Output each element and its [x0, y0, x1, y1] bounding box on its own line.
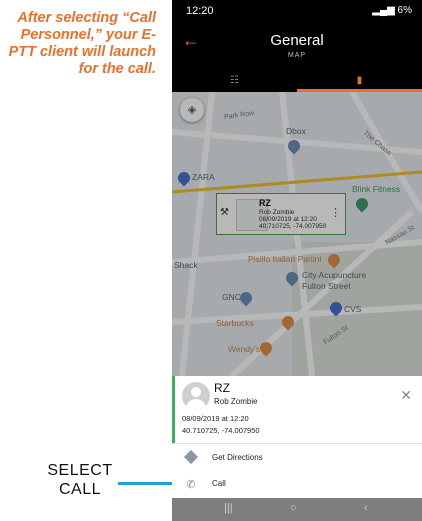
personnel-initials: RZ [214, 381, 230, 395]
avatar-body [186, 399, 206, 410]
close-icon[interactable]: ✕ [400, 387, 412, 404]
status-bar: 12:20 ▂▄▆ 6% [172, 0, 422, 22]
android-nav-bar: ||| ○ ‹ [172, 498, 422, 521]
grid-icon: ☷ [230, 75, 239, 86]
avatar [182, 382, 210, 410]
recents-icon[interactable]: ||| [224, 502, 233, 514]
get-directions-button[interactable]: Get Directions [172, 446, 422, 472]
select-label-line2: CALL [58, 481, 102, 498]
map-icon: ▮ [356, 75, 363, 86]
phone-screen: 12:20 ▂▄▆ 6% ← General MAP ☷ ▮ ◈ Park Ro… [172, 0, 422, 521]
map-dim-overlay [172, 92, 422, 376]
select-call-label: SELECT CALL [30, 461, 130, 499]
sheet-accent-bar [172, 376, 175, 443]
phone-icon: ✆ [186, 479, 196, 491]
signal-icon: ▂▄▆ [372, 5, 395, 16]
directions-icon [183, 449, 199, 465]
get-directions-label: Get Directions [212, 453, 263, 462]
battery-level: 6% [397, 5, 412, 16]
personnel-detail-sheet: RZ Rob Zombie ✕ 08/09/2019 at 12:20 40.7… [172, 376, 422, 498]
page-subtitle: MAP [287, 52, 307, 59]
home-icon[interactable]: ○ [290, 502, 297, 514]
personnel-datetime: 08/09/2019 at 12:20 [182, 414, 249, 423]
call-label: Call [212, 479, 226, 488]
personnel-coords: 40.710725, -74.007950 [182, 426, 260, 435]
personnel-name: Rob Zombie [214, 397, 258, 406]
status-system-icons: ▂▄▆ 6% [372, 5, 412, 16]
call-button[interactable]: ✆ Call [172, 472, 422, 498]
app-bar: ← General MAP ☷ ▮ [172, 22, 422, 92]
tab-map[interactable]: ▮ [297, 70, 422, 92]
select-label-line1: SELECT [47, 462, 113, 479]
instruction-caption: After selecting “Call Personnel,” your E… [8, 10, 156, 77]
status-time: 12:20 [186, 5, 214, 17]
page-title: General [270, 32, 324, 49]
avatar-head [191, 387, 201, 397]
annotation-pointer-line [118, 482, 172, 485]
sheet-divider [172, 443, 422, 444]
map-view[interactable]: ◈ Park Row Dbox The Chase ZARA Blink Fit… [172, 92, 422, 376]
back-icon[interactable]: ‹ [364, 502, 368, 514]
tab-list[interactable]: ☷ [172, 70, 297, 92]
